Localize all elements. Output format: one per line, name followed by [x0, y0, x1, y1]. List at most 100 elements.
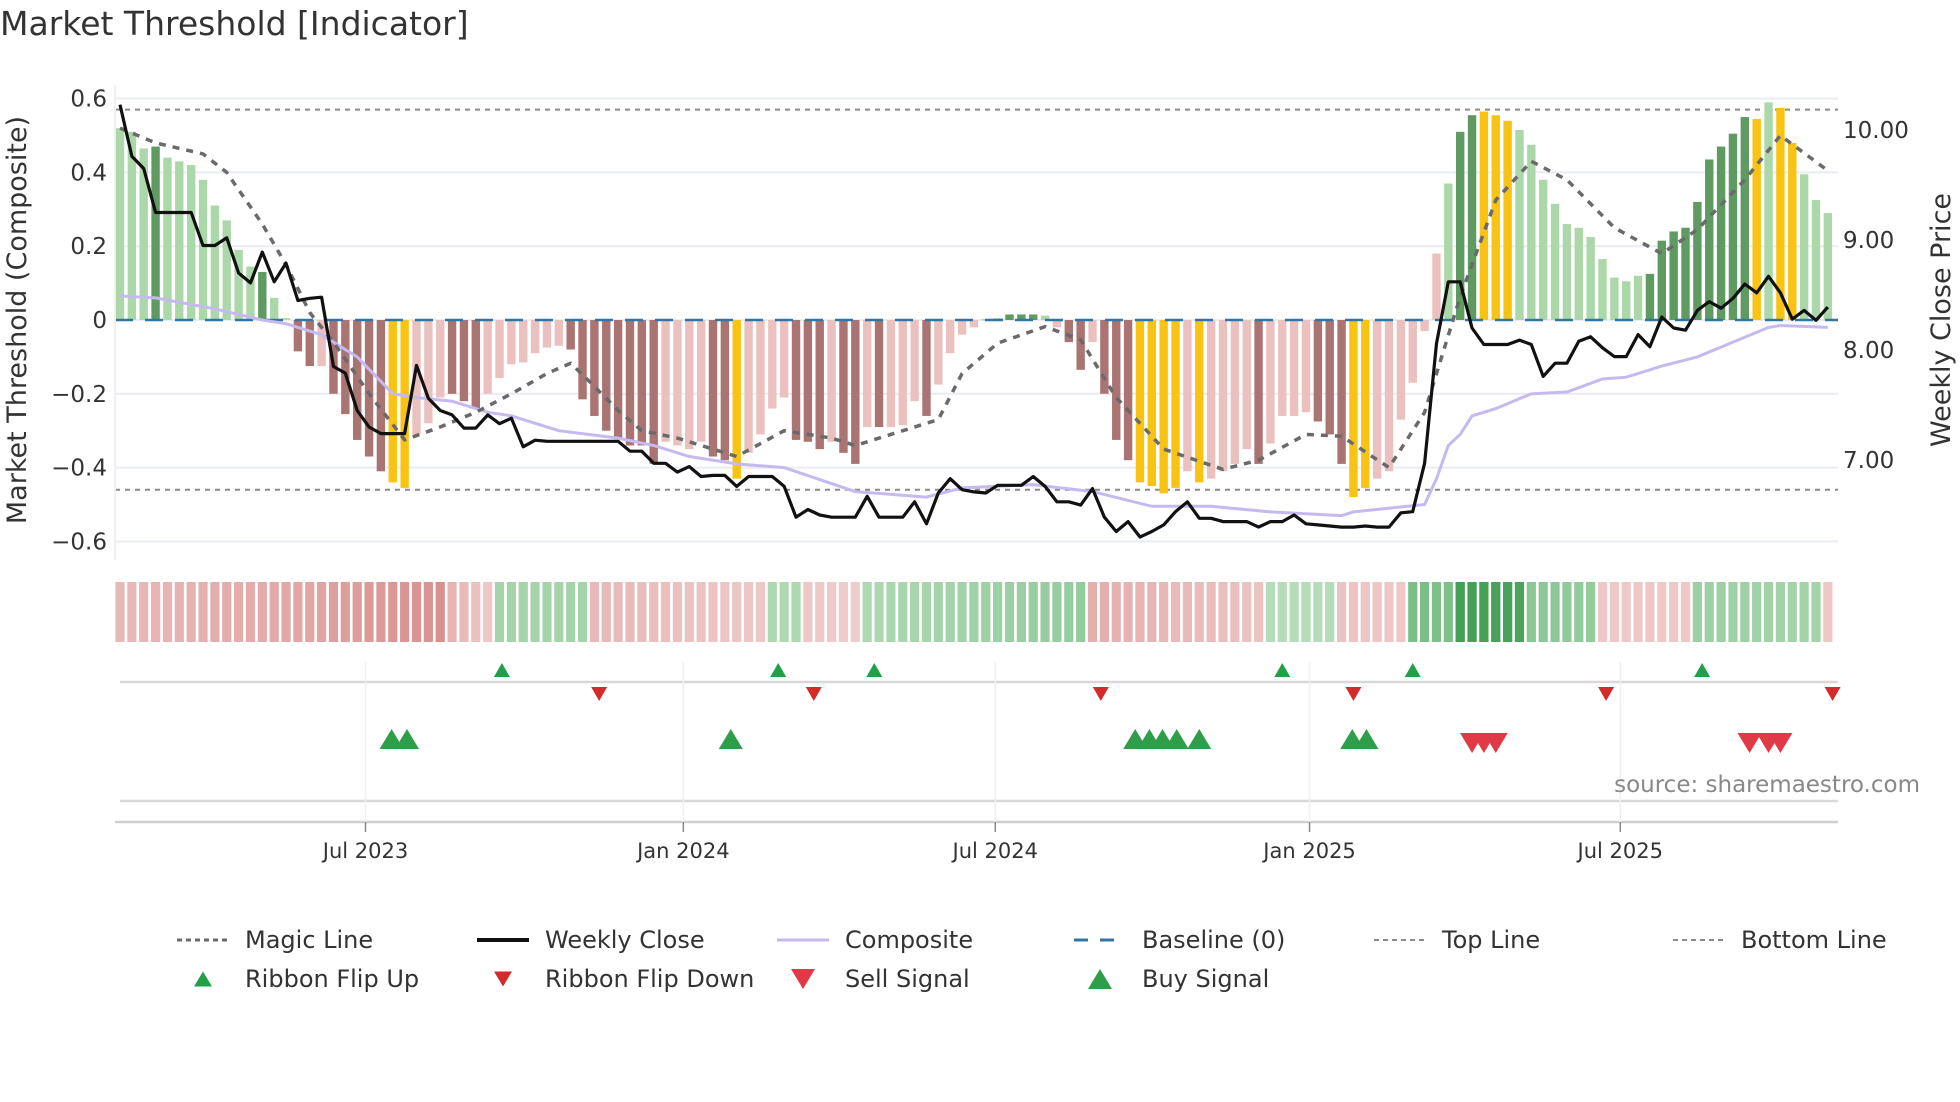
- ribbon-cell: [1004, 582, 1015, 642]
- ribbon-cell: [1609, 582, 1619, 642]
- ribbon-cell: [1076, 582, 1086, 642]
- ribbon-cell: [1230, 582, 1240, 642]
- composite-bar: [424, 320, 433, 424]
- buy-signal-marker: [395, 729, 420, 749]
- ribbon-cell: [1099, 582, 1109, 642]
- ribbon-cell: [1336, 582, 1347, 642]
- ribbon-cell: [921, 582, 932, 642]
- composite-bar: [625, 320, 635, 446]
- ribbon-cell: [1787, 582, 1797, 642]
- ribbon-cell: [483, 582, 493, 642]
- ribbon-cell: [222, 582, 232, 642]
- legend-item[interactable]: Top Line: [1372, 925, 1540, 955]
- legend-item[interactable]: Ribbon Flip Up: [175, 964, 419, 994]
- ribbon-cell: [471, 582, 481, 642]
- ribbon-cell: [1763, 582, 1774, 642]
- ribbon-cell: [1111, 582, 1121, 642]
- buy-signal-marker: [1187, 729, 1212, 749]
- triangle-down-icon: [791, 969, 815, 989]
- legend-item[interactable]: Magic Line: [175, 925, 373, 955]
- composite-bar: [1254, 320, 1263, 464]
- legend-item[interactable]: Weekly Close: [475, 925, 705, 955]
- ribbon-cell: [613, 582, 623, 642]
- composite-bar: [862, 320, 872, 428]
- ribbon-cell: [1574, 582, 1584, 642]
- composite-bar: [1218, 320, 1228, 472]
- legend-item[interactable]: Composite: [775, 925, 973, 955]
- ribbon-cell: [293, 582, 303, 642]
- ribbon-cell: [364, 582, 374, 642]
- composite-bar: [376, 320, 386, 472]
- ribbon-cell: [1728, 582, 1738, 642]
- ribbon-cell: [1277, 582, 1287, 642]
- composite-bar: [1112, 320, 1121, 440]
- line-swatch-icon: [177, 938, 229, 942]
- ribbon-cell: [1147, 582, 1157, 642]
- ribbon-cell: [1467, 582, 1477, 642]
- composite-bar: [851, 320, 860, 464]
- composite-bar: [507, 320, 516, 365]
- ribbon-cell: [838, 582, 849, 642]
- composite-bar: [530, 320, 540, 354]
- source-text: source: sharemaestro.com: [1614, 772, 1920, 798]
- ribbon-flip-down-marker: [805, 687, 822, 701]
- ribbon-strip: [115, 582, 1833, 642]
- composite-bar: [1372, 320, 1382, 479]
- ribbon-cell: [150, 582, 161, 642]
- composite-bar: [1337, 320, 1346, 464]
- composite-bar: [1325, 320, 1334, 435]
- composite-bar: [1610, 277, 1619, 320]
- composite-bar: [779, 320, 789, 398]
- legend-item[interactable]: Buy Signal: [1072, 964, 1269, 994]
- ribbon-cell: [459, 582, 469, 642]
- ribbon-cell: [1360, 582, 1370, 642]
- ribbon-flip-up-marker: [1694, 663, 1711, 677]
- ribbon-cell: [530, 582, 540, 642]
- legend-label: Sell Signal: [845, 965, 970, 993]
- ribbon-cell: [269, 582, 279, 642]
- composite-bar: [673, 320, 682, 446]
- triangle-down-icon: [494, 971, 512, 987]
- ribbon-cell: [660, 582, 671, 642]
- composite-bar: [1788, 142, 1797, 320]
- magic-line: [119, 126, 1829, 472]
- ribbon-cell: [910, 582, 920, 642]
- composite-bar: [910, 320, 919, 402]
- composite-bar: [815, 320, 824, 450]
- ribbon-cell: [732, 582, 742, 642]
- composite-bar: [1183, 320, 1192, 472]
- signal-markers: [115, 662, 1841, 832]
- y-tick-label: 0.2: [70, 234, 107, 260]
- x-tick-label: Jul 2025: [1576, 839, 1663, 863]
- ribbon-cell: [115, 582, 125, 642]
- ribbon-cell: [1348, 582, 1359, 642]
- ribbon-cell: [1182, 582, 1192, 642]
- composite-bar: [1088, 320, 1097, 343]
- ribbon-cell: [1242, 582, 1252, 642]
- ribbon-cell: [400, 582, 410, 642]
- y-tick-label: 0.6: [70, 87, 107, 113]
- legend-item[interactable]: Sell Signal: [775, 964, 970, 994]
- ribbon-cell: [898, 582, 908, 642]
- composite-bar: [922, 320, 931, 416]
- x-tick-label: Jul 2024: [951, 839, 1038, 863]
- composite-bar: [1705, 159, 1714, 320]
- ribbon-cell: [1645, 582, 1655, 642]
- composite-bar: [1467, 115, 1477, 320]
- ribbon-cell: [1253, 582, 1264, 642]
- composite-bar: [1242, 320, 1251, 450]
- composite-bar: [471, 320, 480, 409]
- ribbon-cell: [862, 582, 872, 642]
- composite-bar: [827, 320, 836, 442]
- composite-bar: [151, 146, 160, 320]
- y2-tick-label: 9.00: [1843, 228, 1894, 254]
- legend-item[interactable]: Baseline (0): [1072, 925, 1285, 955]
- legend-label: Ribbon Flip Down: [545, 965, 755, 993]
- composite-bar: [1491, 115, 1500, 320]
- legend-item[interactable]: Bottom Line: [1671, 925, 1887, 955]
- legend-item[interactable]: Ribbon Flip Down: [475, 964, 754, 994]
- composite-bar: [1171, 320, 1180, 488]
- ribbon-cell: [1775, 582, 1785, 642]
- composite-bar: [839, 320, 848, 453]
- y-tick-label: −0.2: [51, 382, 107, 408]
